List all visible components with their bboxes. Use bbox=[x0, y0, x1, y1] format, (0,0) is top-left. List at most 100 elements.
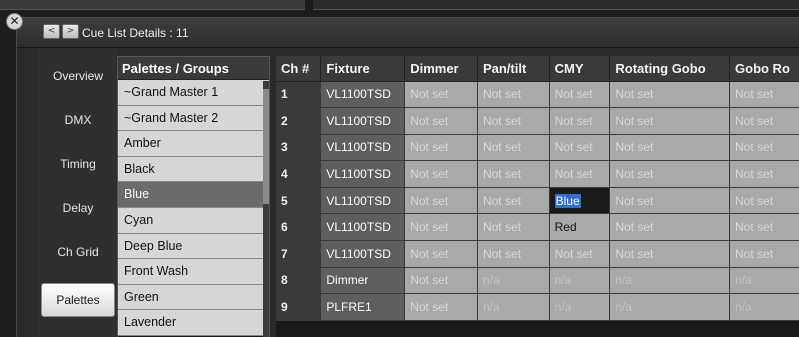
channel-number-cell[interactable]: 9 bbox=[276, 293, 322, 321]
value-cell[interactable]: Not set bbox=[729, 213, 799, 242]
palette-item[interactable]: Deep Blue bbox=[118, 233, 269, 260]
value-cell[interactable]: Not set bbox=[729, 134, 799, 162]
value-cell[interactable]: n/a bbox=[729, 293, 799, 321]
side-tab-timing[interactable]: Timing bbox=[39, 146, 117, 182]
column-header[interactable]: CMY bbox=[549, 56, 611, 82]
side-tab-overview[interactable]: Overview bbox=[39, 58, 117, 94]
palettes-groups-list[interactable]: Palettes / Groups ~Grand Master 1 ~Grand … bbox=[117, 56, 270, 337]
palette-item[interactable]: ~Grand Master 1 bbox=[118, 80, 269, 106]
table-row[interactable]: 8 Dimmer Not set n/a n/a n/a n/a bbox=[276, 267, 799, 295]
value-cell[interactable]: Not set bbox=[404, 267, 478, 295]
table-row[interactable]: 2 VL1100TSD Not set Not set Not set Not set No… bbox=[276, 107, 799, 135]
palette-item[interactable]: Black bbox=[118, 156, 269, 183]
channel-number-cell[interactable]: 6 bbox=[276, 213, 322, 242]
channel-number-cell[interactable]: 7 bbox=[276, 240, 322, 268]
value-cell[interactable]: Not set bbox=[729, 107, 799, 135]
value-cell[interactable]: Not set bbox=[404, 240, 478, 268]
fixture-cell[interactable]: Dimmer bbox=[320, 267, 406, 295]
palette-item[interactable]: Green bbox=[118, 284, 269, 311]
table-row[interactable]: 9 PLFRE1 Not set n/a n/a n/a n/a bbox=[276, 293, 799, 321]
value-cell[interactable]: Not set bbox=[609, 240, 731, 268]
value-cell[interactable]: Not set bbox=[404, 293, 478, 321]
value-cell[interactable]: Not set bbox=[609, 134, 731, 162]
value-cell[interactable]: Not set bbox=[609, 81, 731, 109]
value-cell[interactable]: Not set bbox=[404, 107, 478, 135]
palette-item[interactable]: Amber bbox=[118, 131, 269, 157]
fixture-cell[interactable]: VL1100TSD bbox=[320, 240, 406, 268]
fixture-cell[interactable]: VL1100TSD bbox=[320, 134, 406, 162]
value-cell[interactable]: Not set bbox=[729, 81, 799, 109]
column-header[interactable]: Gobo Ro bbox=[729, 56, 799, 82]
value-cell[interactable]: Not set bbox=[477, 240, 550, 268]
back-button[interactable]: < bbox=[43, 24, 60, 39]
value-cell[interactable]: Not set bbox=[729, 240, 799, 268]
value-cell[interactable]: Not set bbox=[477, 134, 550, 162]
close-button[interactable]: ✕ bbox=[6, 13, 23, 30]
column-header[interactable]: Rotating Gobo bbox=[609, 56, 731, 82]
scrollbar-thumb[interactable] bbox=[263, 89, 269, 204]
value-cell[interactable]: Not set bbox=[609, 187, 731, 215]
value-cell[interactable]: Not set bbox=[477, 160, 550, 188]
fixture-cell[interactable]: PLFRE1 bbox=[320, 293, 406, 321]
table-row[interactable]: 1 VL1100TSD Not set Not set Not set Not set No… bbox=[276, 81, 799, 109]
value-cell[interactable]: Not set bbox=[404, 187, 478, 215]
fixture-cell[interactable]: VL1100TSD bbox=[320, 160, 406, 188]
selected-value-cell[interactable]: Blue bbox=[549, 187, 611, 215]
value-cell[interactable]: Not set bbox=[477, 187, 550, 215]
table-row[interactable]: 6 VL1100TSD Not set Not set Red Not set Not se… bbox=[276, 213, 799, 242]
value-cell[interactable]: Not set bbox=[549, 160, 611, 188]
forward-button[interactable]: > bbox=[62, 24, 79, 39]
palette-item[interactable]: ~Grand Master 2 bbox=[118, 105, 269, 132]
table-row[interactable]: 3 VL1100TSD Not set Not set Not set Not set No… bbox=[276, 134, 799, 162]
value-cell[interactable]: Not set bbox=[549, 134, 611, 162]
channel-number-cell[interactable]: 1 bbox=[276, 81, 322, 109]
fixture-cell[interactable]: VL1100TSD bbox=[320, 213, 406, 242]
column-header[interactable]: Pan/tilt bbox=[477, 56, 550, 82]
palette-item[interactable]: Cyan bbox=[118, 207, 269, 234]
value-cell[interactable]: Not set bbox=[609, 213, 731, 242]
column-header[interactable]: Fixture bbox=[320, 56, 406, 82]
channel-number-cell[interactable]: 4 bbox=[276, 160, 322, 188]
fixture-cell[interactable]: VL1100TSD bbox=[320, 187, 406, 215]
palette-item[interactable]: Blue bbox=[118, 182, 269, 208]
side-tab-palettes[interactable]: Palettes bbox=[41, 283, 115, 317]
channel-number-cell[interactable]: 2 bbox=[276, 107, 322, 135]
value-cell[interactable]: Not set bbox=[477, 107, 550, 135]
value-cell[interactable]: Not set bbox=[404, 81, 478, 109]
value-cell[interactable]: Not set bbox=[549, 81, 611, 109]
palettes-scrollbar[interactable] bbox=[263, 81, 269, 337]
value-cell[interactable]: Not set bbox=[609, 107, 731, 135]
value-cell[interactable]: Not set bbox=[729, 160, 799, 188]
value-cell[interactable]: Not set bbox=[549, 240, 611, 268]
value-cell[interactable]: n/a bbox=[549, 267, 611, 295]
palette-item[interactable]: Front Wash bbox=[118, 259, 269, 285]
value-cell[interactable]: Not set bbox=[729, 187, 799, 215]
value-cell[interactable]: Not set bbox=[609, 160, 731, 188]
channel-number-cell[interactable]: 3 bbox=[276, 134, 322, 162]
side-tab-ch-grid[interactable]: Ch Grid bbox=[39, 234, 117, 270]
table-row[interactable]: 4 VL1100TSD Not set Not set Not set Not set No… bbox=[276, 160, 799, 188]
value-cell[interactable]: n/a bbox=[477, 267, 550, 295]
value-cell[interactable]: n/a bbox=[477, 293, 550, 321]
value-cell[interactable]: Not set bbox=[404, 134, 478, 162]
value-cell[interactable]: n/a bbox=[729, 267, 799, 295]
value-cell[interactable]: n/a bbox=[609, 293, 731, 321]
value-cell[interactable]: Not set bbox=[404, 213, 478, 242]
value-cell[interactable]: Not set bbox=[477, 213, 550, 242]
palette-item[interactable]: Lavender bbox=[118, 310, 269, 336]
value-cell[interactable]: Not set bbox=[404, 160, 478, 188]
channel-number-cell[interactable]: 5 bbox=[276, 187, 322, 215]
column-header[interactable]: Ch # bbox=[276, 56, 322, 82]
side-tab-delay[interactable]: Delay bbox=[39, 190, 117, 226]
value-cell[interactable]: n/a bbox=[549, 293, 611, 321]
column-header[interactable]: Dimmer bbox=[404, 56, 478, 82]
channel-number-cell[interactable]: 8 bbox=[276, 267, 322, 295]
value-cell[interactable]: Not set bbox=[477, 81, 550, 109]
table-row[interactable]: 5 VL1100TSD Not set Not set Blue Not set Not s… bbox=[276, 187, 799, 215]
value-cell[interactable]: n/a bbox=[609, 267, 731, 295]
table-row[interactable]: 7 VL1100TSD Not set Not set Not set Not set No… bbox=[276, 240, 799, 268]
fixture-cell[interactable]: VL1100TSD bbox=[320, 81, 406, 109]
side-tab-dmx[interactable]: DMX bbox=[39, 102, 117, 138]
value-cell[interactable]: Red bbox=[549, 213, 611, 242]
fixture-cell[interactable]: VL1100TSD bbox=[320, 107, 406, 135]
